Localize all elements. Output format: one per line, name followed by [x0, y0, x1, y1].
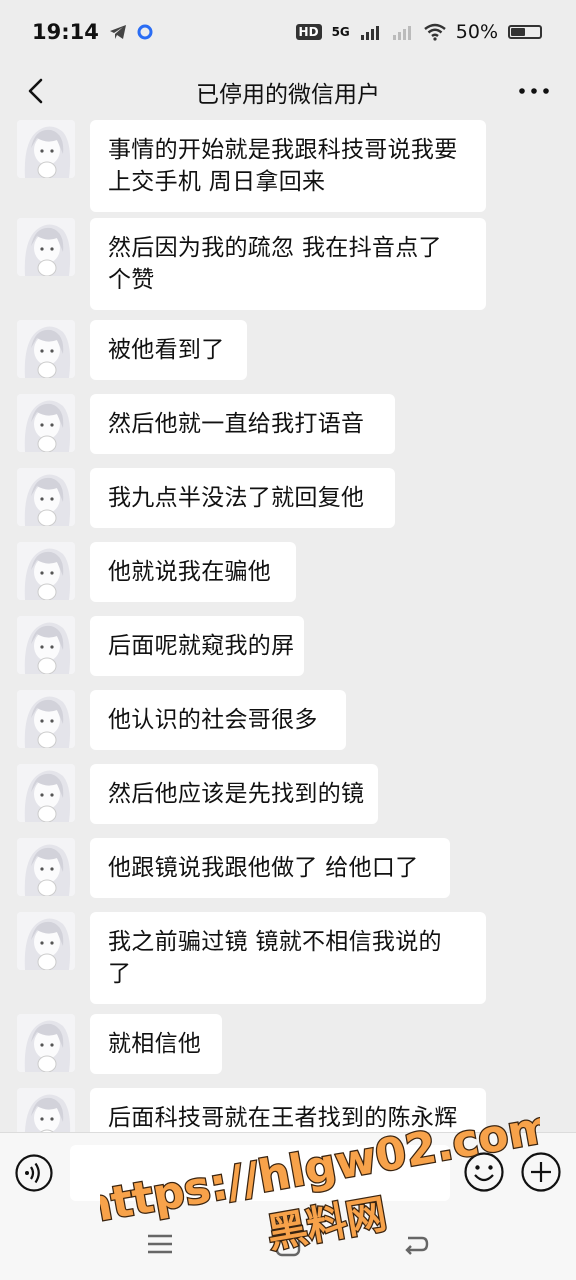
- status-bar: 19:14 HD 5G 50%: [0, 0, 576, 64]
- message-bubble[interactable]: 事情的开始就是我跟科技哥说我要 上交手机 周日拿回来: [90, 120, 486, 212]
- message-text-line: 被他看到了: [108, 337, 225, 363]
- avatar[interactable]: [17, 542, 75, 600]
- hd-indicator: HD: [295, 24, 322, 40]
- message-text-line: 然后他就一直给我打语音: [108, 411, 365, 437]
- message-text-line: 个赞: [108, 267, 155, 293]
- avatar[interactable]: [17, 838, 75, 896]
- message-text-line: 了: [108, 961, 132, 987]
- avatar[interactable]: [17, 764, 75, 822]
- message-bubble[interactable]: 我之前骗过镜 镜就不相信我说的了: [90, 912, 486, 1004]
- plus-icon[interactable]: [520, 1151, 562, 1193]
- avatar[interactable]: [17, 690, 75, 748]
- message-row: 事情的开始就是我跟科技哥说我要 上交手机 周日拿回来: [17, 120, 486, 212]
- message-text-line: 上交手机 周日拿回来: [108, 169, 326, 195]
- signal-empty-icon: [392, 26, 411, 40]
- message-row: 然后因为我的疏忽 我在抖音点了 个赞: [17, 218, 486, 310]
- message-text-line: 后面科技哥就在王者找到的陈永辉: [108, 1105, 458, 1131]
- chat-header: 已停用的微信用户: [0, 64, 576, 120]
- message-text-line: 他认识的社会哥很多: [108, 707, 318, 733]
- message-row: 就相信他: [17, 1014, 222, 1074]
- message-bubble[interactable]: 他跟镜说我跟他做了 给他口了: [90, 838, 450, 898]
- message-list[interactable]: 事情的开始就是我跟科技哥说我要 上交手机 周日拿回来 然后因为我的疏忽 我在抖音点了…: [0, 120, 576, 1132]
- message-row: 后面呢就窥我的屏: [17, 616, 304, 676]
- message-row: 然后他应该是先找到的镜: [17, 764, 378, 824]
- status-time: 19:14: [32, 20, 99, 44]
- message-row: 然后他就一直给我打语音: [17, 394, 395, 454]
- avatar[interactable]: [17, 912, 75, 970]
- message-text-line: 他跟镜说我跟他做了 给他口了: [108, 855, 419, 881]
- chevron-left-icon[interactable]: [20, 74, 54, 108]
- message-bubble[interactable]: 被他看到了: [90, 320, 247, 380]
- message-row: 我之前骗过镜 镜就不相信我说的了: [17, 912, 486, 1004]
- avatar[interactable]: [17, 468, 75, 526]
- message-bubble[interactable]: 他认识的社会哥很多: [90, 690, 346, 750]
- battery-percent: 50%: [455, 21, 498, 43]
- message-row: 他跟镜说我跟他做了 给他口了: [17, 838, 450, 898]
- more-dots-icon[interactable]: [518, 74, 550, 108]
- message-input[interactable]: [70, 1145, 450, 1201]
- battery-level: [511, 28, 525, 36]
- message-text-line: 就相信他: [108, 1031, 202, 1057]
- emoji-icon[interactable]: [463, 1151, 505, 1193]
- wifi-icon: [423, 23, 446, 41]
- message-row: 后面科技哥就在王者找到的陈永辉: [17, 1088, 486, 1132]
- menu-icon[interactable]: [146, 1230, 174, 1258]
- message-text-line: 然后他应该是先找到的镜: [108, 781, 365, 807]
- message-bubble[interactable]: 然后他就一直给我打语音: [90, 394, 395, 454]
- avatar[interactable]: [17, 616, 75, 674]
- avatar[interactable]: [17, 320, 75, 378]
- app-notification-icon: [137, 24, 153, 40]
- message-text-line: 后面呢就窥我的屏: [108, 633, 295, 659]
- message-row: 他就说我在骗他: [17, 542, 296, 602]
- home-icon[interactable]: [274, 1230, 302, 1258]
- battery-icon: [508, 25, 542, 39]
- system-nav-bar: [0, 1212, 576, 1280]
- signal-icon: [360, 26, 379, 40]
- input-bar: [0, 1132, 576, 1213]
- message-bubble[interactable]: 后面呢就窥我的屏: [90, 616, 304, 676]
- avatar[interactable]: [17, 1014, 75, 1072]
- avatar[interactable]: [17, 394, 75, 452]
- message-text-line: 我之前骗过镜 镜就不相信我说的: [108, 929, 442, 955]
- back-icon[interactable]: [402, 1230, 430, 1258]
- message-row: 我九点半没法了就回复他: [17, 468, 395, 528]
- message-text-line: 然后因为我的疏忽 我在抖音点了: [108, 235, 442, 261]
- voice-icon[interactable]: [14, 1153, 54, 1193]
- message-bubble[interactable]: 我九点半没法了就回复他: [90, 468, 395, 528]
- message-text-line: 我九点半没法了就回复他: [108, 485, 365, 511]
- message-bubble[interactable]: 然后他应该是先找到的镜: [90, 764, 378, 824]
- network-indicator: 5G: [331, 25, 350, 39]
- message-text-line: 他就说我在骗他: [108, 559, 272, 585]
- message-bubble[interactable]: 他就说我在骗他: [90, 542, 296, 602]
- avatar[interactable]: [17, 218, 75, 276]
- message-bubble[interactable]: 后面科技哥就在王者找到的陈永辉: [90, 1088, 486, 1132]
- chat-title: 已停用的微信用户: [196, 82, 380, 108]
- message-bubble[interactable]: 就相信他: [90, 1014, 222, 1074]
- message-row: 被他看到了: [17, 320, 247, 380]
- message-row: 他认识的社会哥很多: [17, 690, 346, 750]
- message-bubble[interactable]: 然后因为我的疏忽 我在抖音点了 个赞: [90, 218, 486, 310]
- message-text-line: 事情的开始就是我跟科技哥说我要: [108, 137, 458, 163]
- telegram-icon: [109, 25, 126, 39]
- avatar[interactable]: [17, 120, 75, 178]
- avatar[interactable]: [17, 1088, 75, 1132]
